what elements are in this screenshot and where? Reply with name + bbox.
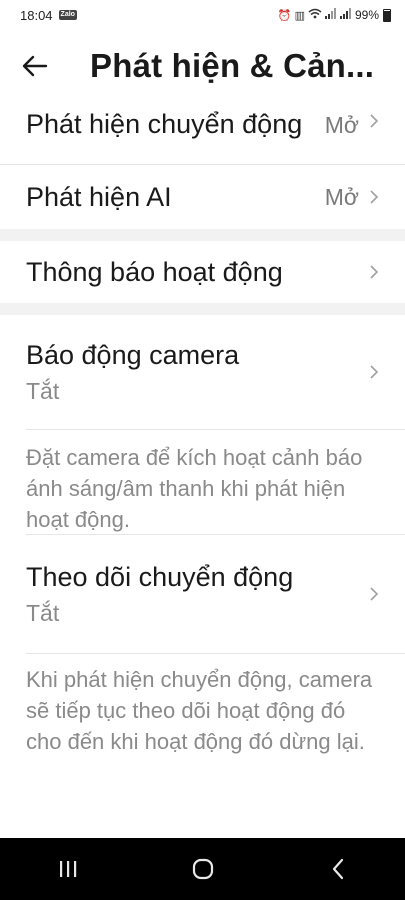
camera-alarm-status: Tắt [26, 378, 60, 404]
motion-detection-value: Mở [324, 112, 359, 138]
section-gap [0, 303, 405, 315]
camera-alarm-text: Báo động camera Tắt [26, 336, 367, 408]
page-title: Phát hiện & Cản... [90, 47, 375, 84]
status-time: 18:04 [20, 7, 53, 23]
ai-detection-value: Mở [324, 183, 359, 210]
screen: 18:04 Zalo ⏰ ▥ 99% Phát hiện & Cản... Ph… [0, 0, 405, 900]
chevron-right-icon [367, 263, 381, 281]
ai-detection-label: Phát hiện AI [26, 181, 172, 212]
chevron-right-icon [367, 363, 381, 381]
motion-tracking-row[interactable]: Theo dõi chuyển động Tắt [0, 535, 405, 653]
motion-tracking-status: Tắt [26, 600, 60, 626]
camera-alarm-label: Báo động camera [26, 340, 240, 370]
motion-detection-label: Phát hiện chuyển động [26, 109, 303, 139]
nav-back-button[interactable] [308, 849, 368, 889]
signal-2-icon [339, 8, 352, 22]
battery-percent: 99% [354, 8, 379, 22]
system-navigation-bar [0, 838, 405, 900]
activity-notification-label: Thông báo hoạt động [26, 256, 283, 287]
recents-button[interactable] [38, 849, 98, 889]
back-button[interactable] [18, 49, 52, 83]
signal-icon [324, 8, 337, 22]
motion-tracking-description: Khi phát hiện chuyển động, camera sẽ tiế… [26, 667, 373, 754]
motion-tracking-label: Theo dõi chuyển động [26, 562, 294, 592]
motion-tracking-text: Theo dõi chuyển động Tắt [26, 558, 367, 630]
settings-list: Phát hiện chuyển động Mở Phát hiện AI Mở… [0, 102, 405, 769]
battery-icon [383, 8, 391, 22]
wifi-icon [308, 8, 322, 22]
section-gap [0, 229, 405, 241]
arrow-left-icon [22, 55, 48, 77]
vibrate-icon: ▥ [294, 9, 305, 22]
recents-icon [59, 861, 76, 877]
app-notification-badge: Zalo [58, 10, 77, 20]
motion-detection-row[interactable]: Phát hiện chuyển động Mở [0, 102, 405, 164]
alarm-icon: ⏰ [277, 9, 292, 22]
app-header: Phát hiện & Cản... [0, 30, 405, 102]
chevron-right-icon [367, 112, 381, 130]
activity-notification-row[interactable]: Thông báo hoạt động [0, 241, 405, 303]
camera-alarm-row[interactable]: Báo động camera Tắt [0, 315, 405, 429]
chevron-right-icon [367, 188, 381, 206]
ai-detection-row[interactable]: Phát hiện AI Mở [0, 165, 405, 229]
nav-back-icon [332, 858, 343, 880]
status-bar: 18:04 Zalo ⏰ ▥ 99% [0, 0, 405, 30]
status-right: ⏰ ▥ 99% [278, 8, 391, 22]
chevron-right-icon [367, 585, 381, 603]
status-left: 18:04 Zalo [20, 8, 77, 23]
home-button[interactable] [173, 849, 233, 889]
home-icon [192, 858, 213, 880]
camera-alarm-description: Đặt camera để kích hoạt cảnh báo ánh sán… [26, 445, 363, 532]
